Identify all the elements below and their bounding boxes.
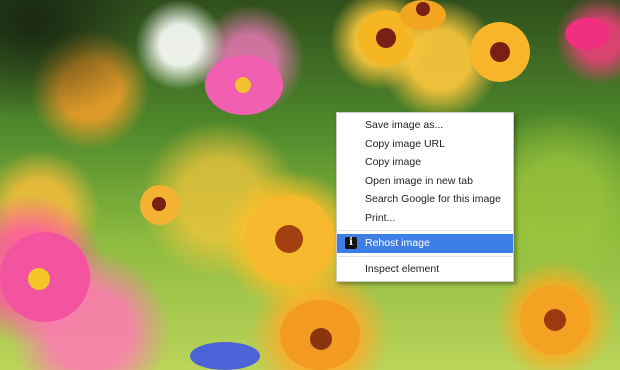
menu-separator [338,255,512,257]
menu-separator [338,230,512,231]
menu-item-rehost-image[interactable]: i Rehost image [337,234,513,253]
menu-item-print[interactable]: Print... [337,209,513,228]
menu-item-inspect-element[interactable]: Inspect element [337,260,513,279]
blue-flower [190,342,260,370]
pink-flower [565,18,610,50]
yellow-flower [470,22,530,82]
menu-item-copy-image[interactable]: Copy image [337,153,513,172]
info-icon: i [345,237,357,249]
menu-item-label: Rehost image [365,237,430,249]
yellow-flower [400,0,446,30]
menu-item-search-google-image[interactable]: Search Google for this image [337,190,513,209]
yellow-flower [520,285,590,355]
context-menu: Save image as... Copy image URL Copy ima… [336,112,514,282]
pink-flower [0,232,90,322]
menu-item-save-image-as[interactable]: Save image as... [337,116,513,135]
yellow-flower [245,195,335,285]
background-flower-photo[interactable] [0,0,620,370]
yellow-flower [280,300,360,370]
yellow-flower [140,185,180,225]
photo-shadow [0,0,160,120]
pink-flower [205,55,283,115]
menu-item-open-image-new-tab[interactable]: Open image in new tab [337,172,513,191]
menu-item-copy-image-url[interactable]: Copy image URL [337,135,513,154]
